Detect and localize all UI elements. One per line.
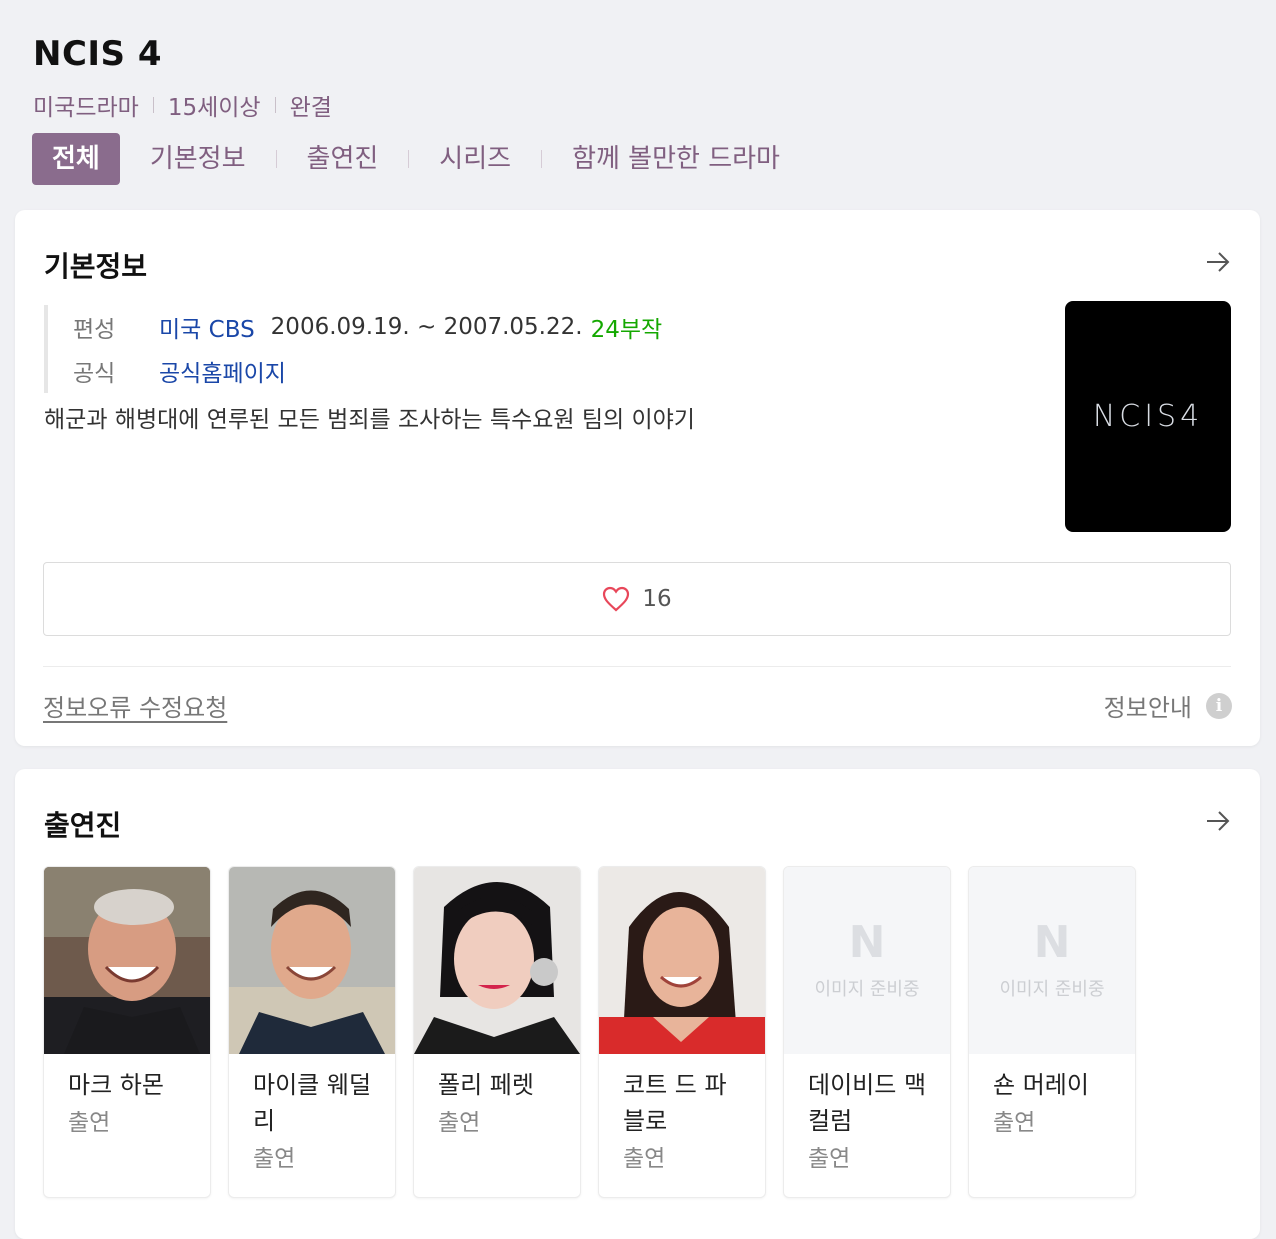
cast-role: 출연: [68, 1110, 111, 1136]
placeholder-logo-icon: N: [848, 916, 886, 968]
report-error-link[interactable]: 정보오류 수정요청: [43, 688, 227, 723]
cast-list: 마크 하몬 출연 마이클 웨덜리 출연 폴리 페렛 출연 코트 드 파블로 출연…: [43, 866, 1153, 1198]
cast-name: 폴리 페렛 출연: [438, 1067, 560, 1143]
placeholder-text: 이미지 준비중: [999, 978, 1105, 1000]
page-title: NCIS 4: [33, 34, 163, 74]
info-guide-button[interactable]: 정보안내 i: [1104, 688, 1232, 723]
episode-count: 24부작: [590, 317, 663, 343]
meta-info: 미국드라마 15세이상 완결: [33, 88, 332, 122]
placeholder-logo-icon: N: [1033, 916, 1071, 968]
cast-role: 출연: [253, 1146, 296, 1172]
info-table: 편성 미국 CBS 2006.09.19. ~ 2007.05.22. 24부작…: [44, 305, 662, 393]
cast-photo-placeholder: N 이미지 준비중: [969, 867, 1135, 1054]
tab-all[interactable]: 전체: [32, 133, 120, 185]
poster-logo: NCIS4: [1092, 399, 1204, 434]
arrow-right-icon[interactable]: [1204, 807, 1232, 835]
cast-role: 출연: [808, 1146, 851, 1172]
network-link[interactable]: 미국 CBS: [159, 310, 255, 344]
poster-image[interactable]: NCIS4: [1065, 301, 1231, 532]
info-guide-label: 정보안내: [1103, 694, 1192, 722]
tab-basic-info[interactable]: 기본정보: [146, 133, 250, 185]
arrow-right-icon[interactable]: [1204, 248, 1232, 276]
cast-photo: [414, 867, 580, 1054]
info-label-official: 공식: [73, 361, 116, 387]
meta-rating: 15세이상: [167, 95, 261, 121]
cast-name: 마이클 웨덜리 출연: [253, 1067, 375, 1179]
tab-series[interactable]: 시리즈: [435, 133, 515, 185]
tab-separator: [275, 150, 277, 168]
cast-role: 출연: [623, 1146, 666, 1172]
cast-item[interactable]: 마이클 웨덜리 출연: [228, 866, 396, 1198]
meta-genre: 미국드라마: [33, 95, 139, 121]
tab-separator: [541, 150, 543, 168]
cast-item[interactable]: N 이미지 준비중 데이비드 맥컬럼 출연: [783, 866, 951, 1198]
meta-status: 완결: [289, 95, 332, 121]
cast-name: 마크 하몬 출연: [68, 1067, 190, 1143]
cast-name: 데이비드 맥컬럼 출연: [808, 1067, 930, 1179]
cast-item[interactable]: 코트 드 파블로 출연: [598, 866, 766, 1198]
info-icon: i: [1206, 692, 1232, 719]
basic-info-card: 기본정보 편성 미국 CBS 2006.09.19. ~ 2007.05.22.…: [15, 210, 1260, 746]
cast-card: 출연진 마크 하몬 출연 마이클 웨덜리 출연 폴리 페렛 출연 코트 드 파블…: [15, 769, 1260, 1239]
cast-photo: [599, 867, 765, 1054]
cast-item[interactable]: 폴리 페렛 출연: [413, 866, 581, 1198]
tab-separator: [408, 150, 410, 168]
tab-bar: 전체 기본정보 출연진 시리즈 함께 볼만한 드라마: [32, 133, 784, 185]
cast-name: 숀 머레이 출연: [993, 1067, 1115, 1143]
cast-name: 코트 드 파블로 출연: [623, 1067, 745, 1179]
cast-title: 출연진: [44, 809, 122, 842]
placeholder-text: 이미지 준비중: [814, 978, 920, 1000]
cast-photo: [44, 867, 210, 1054]
air-dates: 2006.09.19. ~ 2007.05.22.: [270, 314, 583, 340]
basic-info-title: 기본정보: [44, 250, 148, 283]
meta-separator: [274, 97, 276, 113]
info-label-network: 편성: [73, 317, 116, 343]
tab-related-dramas[interactable]: 함께 볼만한 드라마: [568, 133, 784, 185]
header: NCIS 4 미국드라마 15세이상 완결 전체 기본정보 출연진 시리즈 함께…: [0, 0, 1276, 200]
meta-separator: [152, 97, 154, 113]
cast-role: 출연: [993, 1110, 1036, 1136]
cast-item[interactable]: 마크 하몬 출연: [43, 866, 211, 1198]
like-count: 16: [642, 586, 672, 612]
cast-photo-placeholder: N 이미지 준비중: [784, 867, 950, 1054]
heart-icon: [603, 586, 630, 612]
description: 해군과 해병대에 연루된 모든 범죄를 조사하는 특수요원 팀의 이야기: [44, 407, 695, 433]
cast-role: 출연: [438, 1110, 481, 1136]
cast-photo: [229, 867, 395, 1054]
cast-item[interactable]: N 이미지 준비중 숀 머레이 출연: [968, 866, 1136, 1198]
tab-cast[interactable]: 출연진: [303, 133, 383, 185]
like-button[interactable]: 16: [43, 562, 1231, 636]
divider: [43, 666, 1231, 667]
info-row-official: 공식 공식홈페이지: [73, 349, 662, 393]
info-row-network: 편성 미국 CBS 2006.09.19. ~ 2007.05.22. 24부작: [73, 305, 662, 349]
official-homepage-link[interactable]: 공식홈페이지: [159, 354, 286, 388]
